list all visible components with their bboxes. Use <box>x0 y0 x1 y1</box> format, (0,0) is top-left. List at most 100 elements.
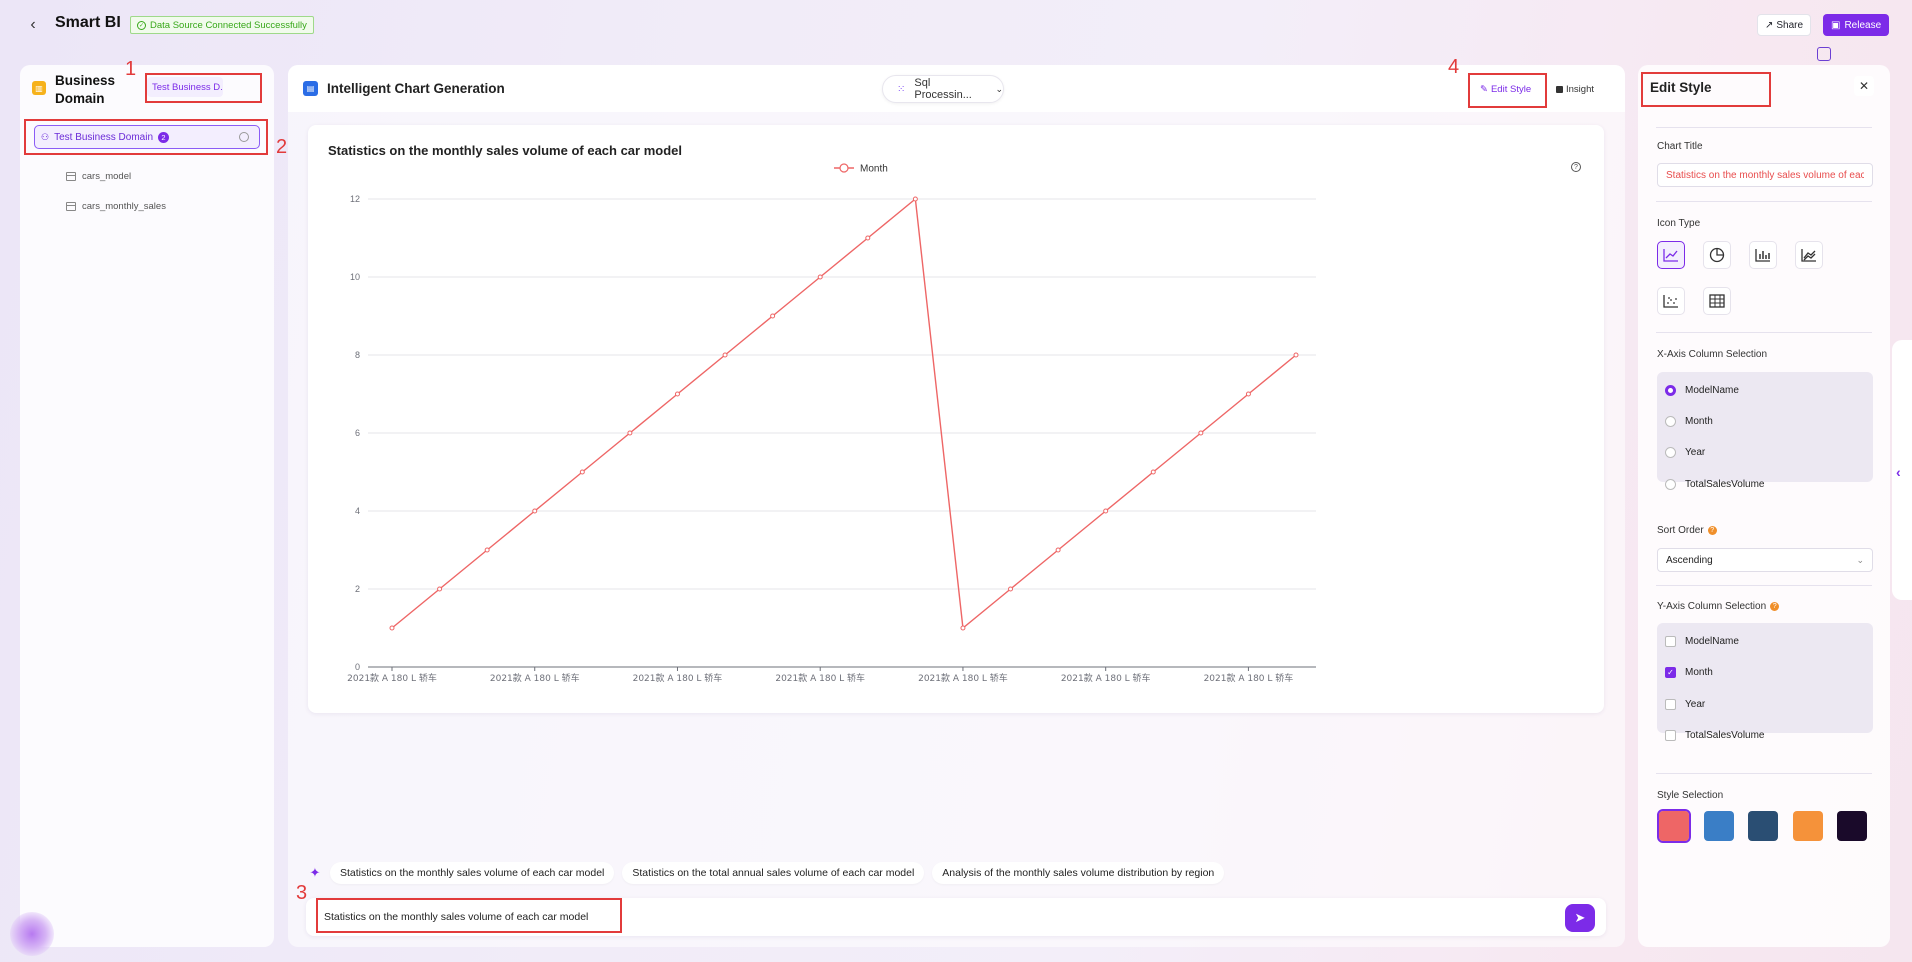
edit-style-panel: Edit Style ✕ Chart Title Icon Type X-Axi… <box>1638 65 1890 947</box>
question-icon[interactable]: ? <box>1707 526 1717 535</box>
suggestion-chip[interactable]: Statistics on the total annual sales vol… <box>622 862 925 884</box>
check-circle-icon: ✓ <box>137 20 146 30</box>
scatter-chart-icon[interactable] <box>1657 287 1685 315</box>
hierarchy-icon: ⚇ <box>41 131 50 142</box>
x-tick-label: 2021款 A 180 L 轿车 <box>490 672 580 684</box>
domain-select[interactable]: Test Business D... › <box>147 77 223 97</box>
color-swatch[interactable] <box>1657 809 1691 843</box>
tree-item-table[interactable]: cars_monthly_sales <box>66 198 166 214</box>
y-axis-text: Y-Axis Column Selection <box>1657 601 1767 612</box>
divider <box>1656 127 1872 128</box>
question-icon[interactable]: ? <box>1770 602 1780 611</box>
option-label: TotalSalesVolume <box>1685 729 1765 741</box>
annotation-number: 1 <box>125 58 137 80</box>
insight-button[interactable]: Insight <box>1551 79 1599 99</box>
color-swatch[interactable] <box>1837 811 1867 841</box>
radio-button[interactable] <box>1665 415 1676 427</box>
checkbox[interactable] <box>1665 635 1676 647</box>
chevron-down-icon: ⌄ <box>1856 555 1864 565</box>
close-icon[interactable]: ✕ <box>1854 76 1874 96</box>
line-chart-icon[interactable] <box>1657 241 1685 269</box>
data-point <box>865 235 871 241</box>
data-point <box>674 391 680 397</box>
legend-label: Month <box>860 164 888 175</box>
y-tick-label: 10 <box>350 272 360 282</box>
y-axis-label: Y-Axis Column Selection ? <box>1657 601 1780 612</box>
divider <box>1656 201 1872 202</box>
sort-order-select[interactable]: Ascending ⌄ <box>1657 548 1873 572</box>
y-axis-option[interactable]: TotalSalesVolume <box>1665 727 1765 743</box>
collapse-tab[interactable]: ‹ <box>1892 340 1912 600</box>
x-axis-options: ModelName Month Year TotalSalesVolume <box>1657 372 1873 490</box>
x-tick-label: 2021款 A 180 L 轿车 <box>1061 672 1151 684</box>
series-line-month <box>391 197 1297 630</box>
data-point <box>1008 586 1014 592</box>
assistant-avatar[interactable] <box>10 912 54 956</box>
color-swatch[interactable] <box>1793 811 1823 841</box>
connection-status-text: Data Source Connected Successfully <box>150 19 307 31</box>
y-axis-option[interactable]: ✓ Month <box>1665 664 1713 680</box>
data-point <box>1245 391 1251 397</box>
area-chart-icon[interactable] <box>1795 241 1823 269</box>
pie-chart-icon[interactable] <box>1703 241 1731 269</box>
chevron-left-icon: ‹ <box>1896 464 1901 480</box>
chat-input[interactable] <box>306 898 1556 936</box>
tree-item-business-domain[interactable]: ⚇ Test Business Domain 2 <box>34 125 260 149</box>
checkbox[interactable]: ✓ <box>1665 666 1676 678</box>
option-label: TotalSalesVolume <box>1685 478 1765 490</box>
color-swatch[interactable] <box>1748 811 1778 841</box>
chart-title-input[interactable] <box>1657 163 1873 187</box>
y-axis-option[interactable]: ModelName <box>1665 633 1739 649</box>
annotation-number: 2 <box>276 136 288 158</box>
chart-generation-panel: ▤ Intelligent Chart Generation ⁙ Sql Pro… <box>288 65 1625 947</box>
data-point <box>1198 430 1204 436</box>
table-icon[interactable] <box>1703 287 1731 315</box>
x-axis-option[interactable]: Month <box>1665 413 1713 429</box>
x-axis-option[interactable]: Year <box>1665 444 1705 460</box>
share-button[interactable]: ↗ Share <box>1757 14 1812 36</box>
domain-select-value: Test Business D... <box>152 81 223 93</box>
chevron-down-icon: ⌄ <box>995 83 1003 94</box>
suggestion-chip[interactable]: Statistics on the monthly sales volume o… <box>330 862 615 884</box>
y-axis-option[interactable]: Year <box>1665 696 1705 712</box>
send-button[interactable]: ➤ <box>1565 904 1595 932</box>
release-button[interactable]: ▣ Release <box>1823 14 1890 36</box>
eye-icon[interactable] <box>239 132 249 142</box>
data-point <box>1055 547 1061 553</box>
insight-icon <box>1556 85 1563 93</box>
back-arrow-icon[interactable]: ‹ <box>24 16 42 34</box>
radio-button[interactable] <box>1665 478 1676 490</box>
chart-card: Statistics on the monthly sales volume o… <box>308 125 1604 713</box>
data-point <box>484 547 490 553</box>
y-tick-label: 6 <box>355 428 360 438</box>
checkbox[interactable] <box>1665 729 1676 741</box>
edit-style-button[interactable]: ✎ Edit Style <box>1474 79 1537 99</box>
suggestion-chip[interactable]: Analysis of the monthly sales volume dis… <box>932 862 1225 884</box>
x-tick-label: 2021款 A 180 L 轿车 <box>775 672 865 684</box>
x-tick-label: 2021款 A 180 L 轿车 <box>918 672 1008 684</box>
annotation-number: 3 <box>296 882 308 904</box>
x-tick-label: 2021款 A 180 L 轿车 <box>633 672 723 684</box>
edit-style-label: Edit Style <box>1490 83 1532 95</box>
option-label: Year <box>1685 698 1706 710</box>
y-tick-label: 0 <box>355 662 360 672</box>
share-icon: ↗ <box>1765 19 1774 31</box>
x-tick-label: 2021款 A 180 L 轿车 <box>1204 672 1294 684</box>
sql-processing-select[interactable]: ⁙ Sql Processin... ⌄ <box>882 75 1004 103</box>
panel-title: Intelligent Chart Generation <box>327 81 505 96</box>
x-axis-option[interactable]: TotalSalesVolume <box>1665 476 1765 492</box>
tree-item-table[interactable]: cars_model <box>66 168 131 184</box>
drag-dots-icon: ⁙ <box>897 83 905 95</box>
checkbox[interactable] <box>1665 698 1676 710</box>
data-point <box>627 430 633 436</box>
x-axis-option[interactable]: ModelName <box>1665 382 1739 398</box>
option-label: ModelName <box>1685 635 1739 647</box>
radio-button[interactable] <box>1665 384 1676 396</box>
radio-button[interactable] <box>1665 446 1676 458</box>
screenshot-icon[interactable] <box>1817 47 1831 61</box>
table-name: cars_monthly_sales <box>82 200 166 212</box>
bar-chart-icon[interactable] <box>1749 241 1777 269</box>
divider <box>1656 332 1872 333</box>
color-swatch[interactable] <box>1704 811 1734 841</box>
table-name: cars_model <box>82 170 132 182</box>
